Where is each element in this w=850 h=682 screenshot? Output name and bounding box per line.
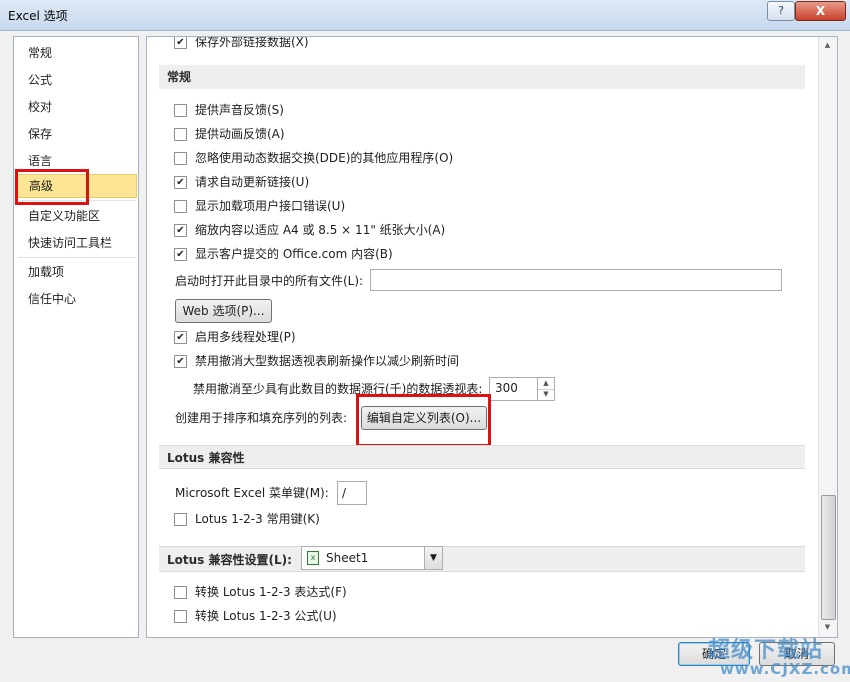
option-scale-a4-letter[interactable]: ✔ 缩放内容以适应 A4 或 8.5 × 11" 纸张大小(A): [174, 221, 445, 239]
checkbox-checked-icon[interactable]: ✔: [174, 354, 187, 368]
web-options-button[interactable]: Web 选项(P)...: [175, 299, 272, 323]
undo-rows-stepper[interactable]: 300 ▲ ▼: [489, 377, 555, 401]
option-auto-update-links[interactable]: ✔ 请求自动更新链接(U): [174, 173, 309, 191]
window-title: Excel 选项: [8, 9, 68, 23]
section-header-general: 常规: [159, 65, 805, 89]
chevron-down-icon[interactable]: ▼: [424, 547, 442, 569]
spin-down-icon[interactable]: ▼: [537, 389, 554, 400]
section-header-lotus-settings: Lotus 兼容性设置(L):: [159, 546, 805, 572]
scroll-up-icon[interactable]: ▲: [819, 37, 836, 54]
menu-key-label: Microsoft Excel 菜单键(M):: [175, 486, 329, 500]
ok-button[interactable]: 确定: [678, 642, 750, 666]
option-label: 缩放内容以适应 A4 或 8.5 × 11" 纸张大小(A): [195, 223, 446, 237]
checkbox-checked-icon[interactable]: ✔: [174, 247, 187, 261]
option-ignore-dde[interactable]: 忽略使用动态数据交换(DDE)的其他应用程序(O): [174, 149, 453, 167]
checkbox-checked-icon[interactable]: ✔: [174, 223, 187, 237]
nav-item-customize-ribbon[interactable]: 自定义功能区: [15, 204, 137, 228]
custom-list-label: 创建用于排序和填充序列的列表:: [175, 411, 348, 425]
option-label: 保存外部链接数据(X): [195, 36, 309, 49]
title-bar: Excel 选项 ? X: [0, 0, 850, 31]
checkbox[interactable]: [174, 199, 187, 213]
checkbox[interactable]: [174, 585, 187, 599]
checkbox[interactable]: [174, 609, 187, 623]
highlight-box-advanced: [15, 169, 89, 205]
option-addin-ui-errors[interactable]: 显示加载项用户接口错误(U): [174, 197, 345, 215]
option-disable-undo-pivot[interactable]: ✔ 禁用撤消大型数据透视表刷新操作以减少刷新时间: [174, 352, 459, 370]
startup-folder-label: 启动时打开此目录中的所有文件(L):: [175, 274, 364, 288]
checkbox[interactable]: [174, 127, 187, 141]
option-animation-feedback[interactable]: 提供动画反馈(A): [174, 125, 285, 143]
options-content: ✔ 保存外部链接数据(X) 常规 提供声音反馈(S) 提供动画反馈(A) 忽略使…: [146, 36, 838, 638]
checkbox[interactable]: [174, 103, 187, 117]
option-label: 提供动画反馈(A): [195, 127, 285, 141]
checkbox[interactable]: [174, 151, 187, 165]
scroll-thumb[interactable]: [821, 495, 836, 620]
help-button[interactable]: ?: [767, 1, 795, 21]
checkbox-checked-icon[interactable]: ✔: [174, 330, 187, 344]
option-label: 忽略使用动态数据交换(DDE)的其他应用程序(O): [195, 151, 454, 165]
startup-folder-input[interactable]: [370, 269, 782, 291]
option-sound-feedback[interactable]: 提供声音反馈(S): [174, 101, 284, 119]
nav-item-formulas[interactable]: 公式: [15, 68, 137, 92]
option-transition-formula-entry[interactable]: 转换 Lotus 1-2-3 公式(U): [174, 607, 337, 625]
checkbox-checked-icon[interactable]: ✔: [174, 37, 187, 49]
checkbox-checked-icon[interactable]: ✔: [174, 175, 187, 189]
option-label: 转换 Lotus 1-2-3 公式(U): [195, 609, 337, 623]
sheet-select[interactable]: x Sheet1 ▼: [301, 546, 443, 570]
cancel-button[interactable]: 取消: [759, 642, 835, 666]
scroll-down-icon[interactable]: ▼: [819, 619, 836, 636]
nav-item-save[interactable]: 保存: [15, 122, 137, 146]
undo-rows-value: 300: [495, 381, 518, 395]
menu-key-input[interactable]: /: [337, 481, 367, 505]
option-label: Lotus 1-2-3 常用键(K): [195, 512, 320, 526]
option-lotus-navigation-keys[interactable]: Lotus 1-2-3 常用键(K): [174, 510, 320, 528]
nav-divider: [18, 257, 136, 258]
option-label: 提供声音反馈(S): [195, 103, 284, 117]
nav-item-proofing[interactable]: 校对: [15, 95, 137, 119]
option-label: 禁用撤消大型数据透视表刷新操作以减少刷新时间: [195, 354, 460, 368]
option-save-external-link-data[interactable]: ✔ 保存外部链接数据(X): [174, 36, 309, 51]
option-office-com-content[interactable]: ✔ 显示客户提交的 Office.com 内容(B): [174, 245, 393, 263]
nav-item-quick-access-toolbar[interactable]: 快速访问工具栏: [15, 231, 137, 255]
section-header-lotus-compatibility: Lotus 兼容性: [159, 445, 805, 469]
option-label: 显示客户提交的 Office.com 内容(B): [195, 247, 393, 261]
option-label: 启用多线程处理(P): [195, 330, 296, 344]
excel-sheet-icon: x: [307, 551, 319, 565]
nav-item-general[interactable]: 常规: [15, 41, 137, 65]
option-label: 转换 Lotus 1-2-3 表达式(F): [195, 585, 347, 599]
checkbox[interactable]: [174, 512, 187, 526]
nav-item-add-ins[interactable]: 加载项: [15, 260, 137, 284]
nav-item-trust-center[interactable]: 信任中心: [15, 287, 137, 311]
vertical-scrollbar[interactable]: ▲ ▼: [818, 37, 837, 637]
option-transition-formula-evaluation[interactable]: 转换 Lotus 1-2-3 表达式(F): [174, 583, 347, 601]
close-button[interactable]: X: [795, 1, 846, 21]
option-multithread[interactable]: ✔ 启用多线程处理(P): [174, 328, 296, 346]
option-label: 显示加载项用户接口错误(U): [195, 199, 346, 213]
options-nav: 常规 公式 校对 保存 语言 高级 自定义功能区 快速访问工具栏 加载项 信任中…: [13, 36, 139, 638]
sheet-select-value: Sheet1: [326, 551, 369, 565]
option-label: 请求自动更新链接(U): [195, 175, 310, 189]
highlight-box-edit-custom-lists: [356, 394, 491, 447]
